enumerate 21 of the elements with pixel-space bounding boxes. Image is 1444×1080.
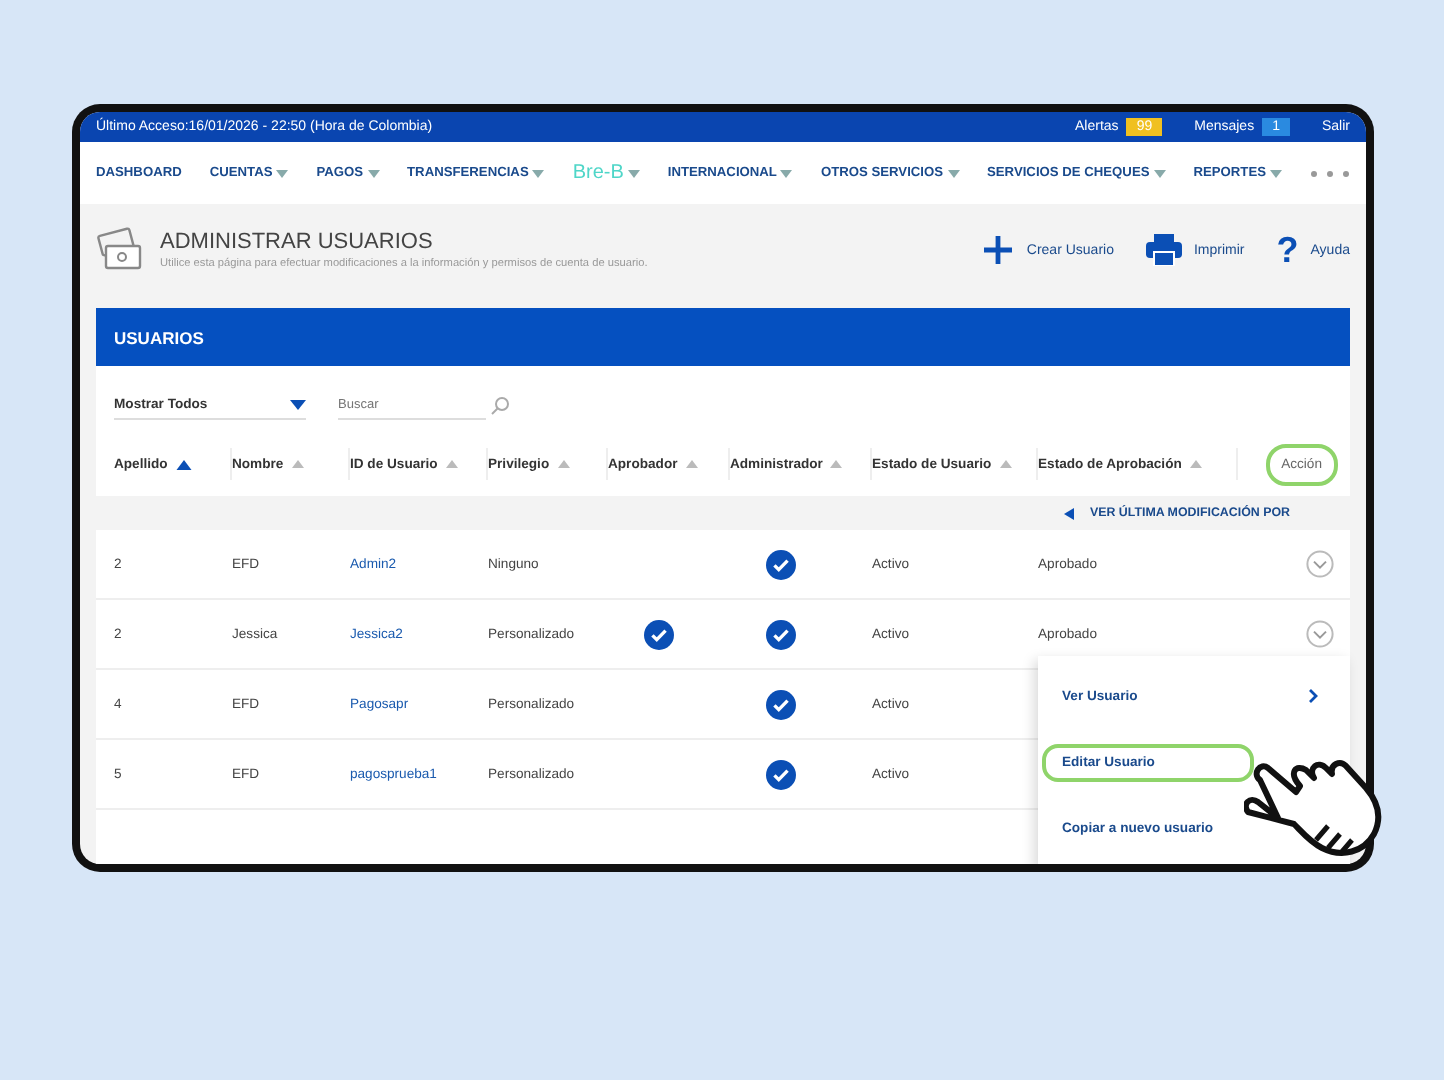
caret-icon xyxy=(947,169,960,177)
printer-icon xyxy=(1145,234,1182,266)
panel-title: USUARIOS xyxy=(114,327,204,347)
search-icon xyxy=(490,396,510,416)
plus-icon xyxy=(982,234,1015,266)
caret-icon xyxy=(780,169,793,177)
caret-icon xyxy=(276,169,289,177)
caret-icon xyxy=(290,400,306,410)
caret-icon xyxy=(627,169,640,177)
page-title: ADMINISTRAR USUARIOS xyxy=(160,230,435,254)
caret-icon xyxy=(1153,169,1166,177)
expand-chevron-button[interactable] xyxy=(1306,620,1334,648)
caret-icon xyxy=(532,169,545,177)
caret-icon xyxy=(1270,169,1283,177)
more-icon[interactable] xyxy=(1310,169,1350,177)
chevron-right-icon xyxy=(1308,688,1318,704)
expand-chevron-button[interactable] xyxy=(1306,550,1334,578)
caret-icon xyxy=(367,169,380,177)
help-icon: ? xyxy=(1276,232,1299,268)
cards-icon xyxy=(96,226,144,274)
left-arrow-icon xyxy=(1063,507,1074,519)
